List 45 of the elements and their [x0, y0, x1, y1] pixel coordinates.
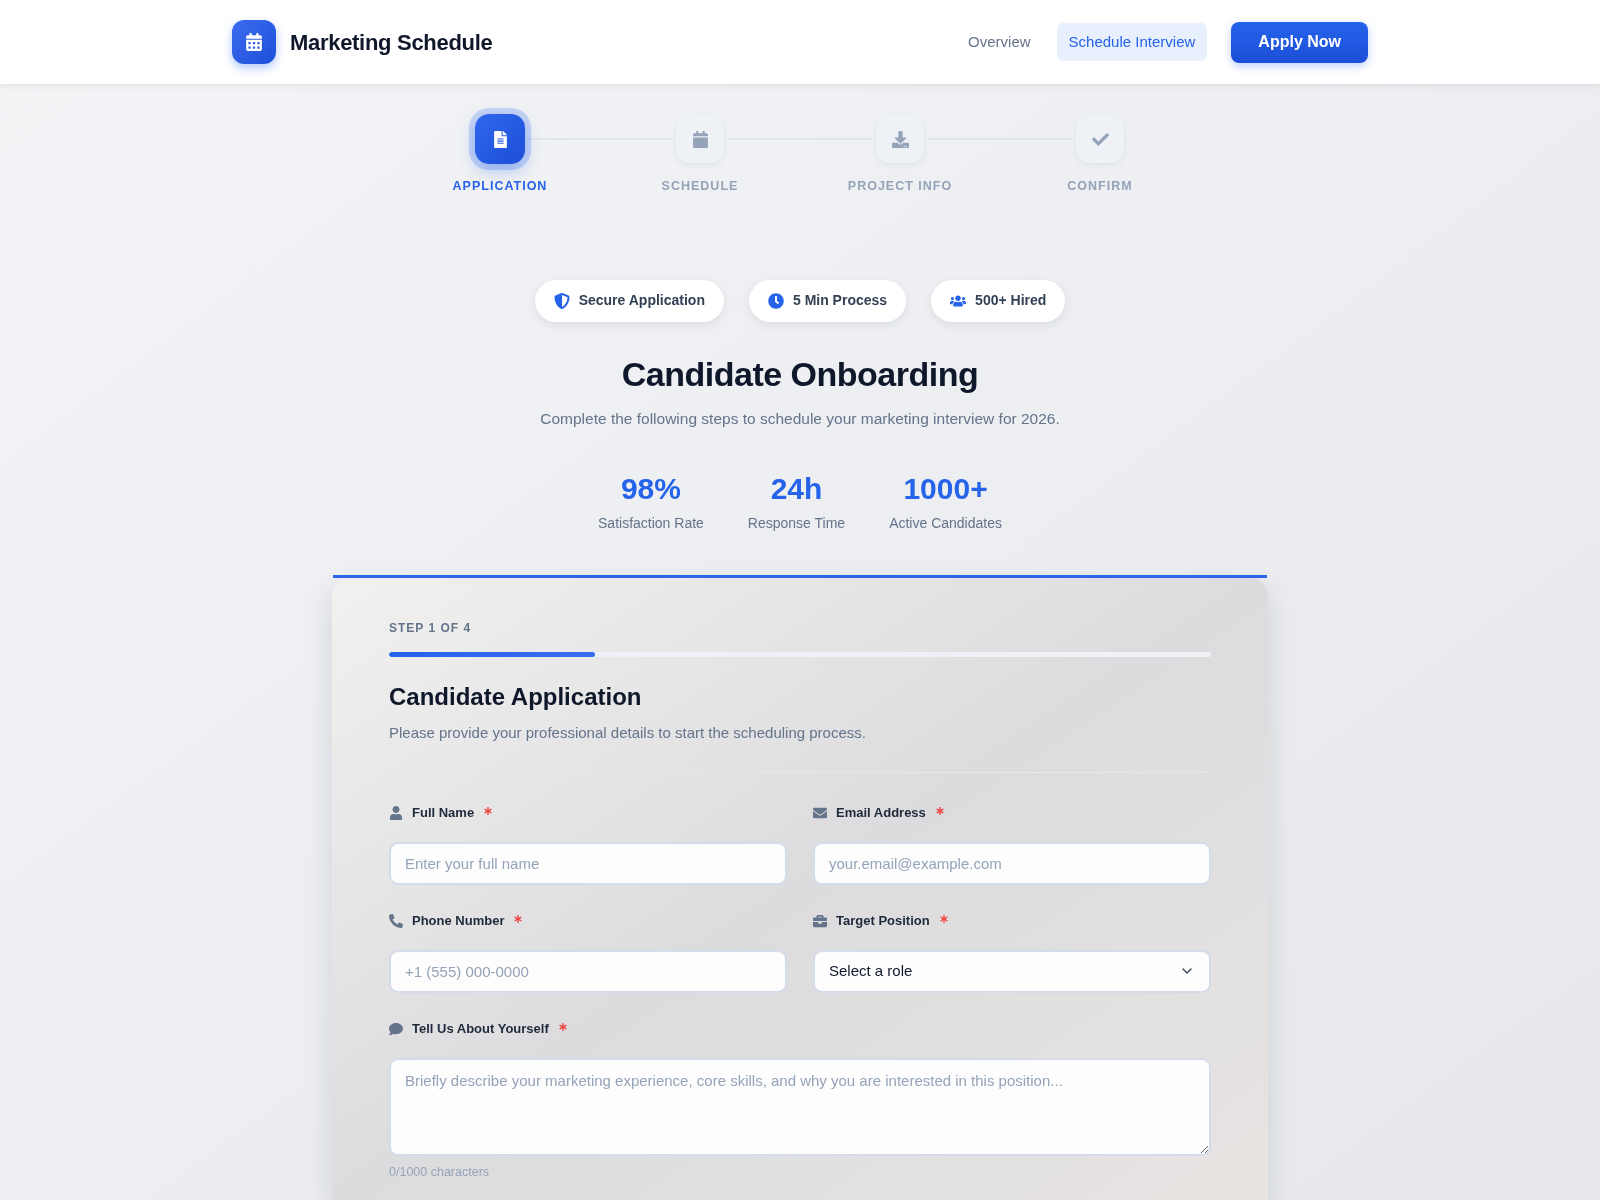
- stat-value: 98%: [620, 470, 681, 507]
- calendar-logo-icon: [232, 20, 276, 64]
- input-field[interactable]: Enter your full name: [389, 841, 787, 885]
- step-label: CONFIRM: [1067, 178, 1133, 195]
- stat-label: Satisfaction Rate: [598, 513, 704, 533]
- stat-label: Active Candidates: [889, 513, 1002, 533]
- select-field[interactable]: Select a role: [813, 949, 1211, 993]
- stat-label: Response Time: [747, 513, 846, 533]
- badge-label: 5 Min Process: [792, 291, 888, 311]
- apply-now-button[interactable]: Apply Now: [1231, 21, 1368, 63]
- speech-bubble-icon: [389, 1021, 403, 1036]
- textarea-field[interactable]: Briefly describe your marketing experience, core skills, and why you are interested in this position...: [389, 1057, 1211, 1156]
- form-title: Candidate Application: [389, 681, 643, 712]
- step-label: APPLICATION: [452, 178, 548, 195]
- nav-link[interactable]: Schedule Interview: [1056, 22, 1208, 62]
- nav-link[interactable]: Overview: [956, 22, 1043, 62]
- check-icon: [1091, 130, 1109, 148]
- person-icon: [389, 805, 403, 820]
- input-field[interactable]: +1 (555) 000-0000: [389, 949, 787, 993]
- badge-label: 500+ Hired: [975, 291, 1047, 311]
- input-field[interactable]: your.email@example.com: [813, 841, 1211, 885]
- download-icon: [891, 130, 909, 148]
- field-label: Email Address: [836, 804, 926, 822]
- badge-label: Secure Application: [578, 291, 705, 311]
- envelope-icon: [813, 805, 827, 820]
- page-subtitle: Complete the following steps to schedule your marketing interview for 2026.: [540, 408, 1060, 429]
- step-counter: STEP 1 OF 4: [389, 619, 473, 636]
- step-label: PROJECT INFO: [847, 178, 953, 195]
- phone-icon: [389, 913, 403, 928]
- field-label: Full Name: [412, 804, 475, 822]
- briefcase-icon: [813, 913, 827, 928]
- shield-icon: [553, 292, 570, 309]
- field-label: Tell Us About Yourself: [412, 1020, 549, 1038]
- field-label: Target Position: [836, 912, 930, 930]
- document-icon: [491, 130, 509, 148]
- stat-value: 1000+: [903, 470, 988, 507]
- stat-value: 24h: [770, 470, 823, 507]
- field-label: Phone Number: [412, 912, 505, 930]
- calendar-icon: [691, 130, 709, 148]
- form-description: Please provide your professional details to start the scheduling process.: [389, 722, 867, 743]
- app-title: Marketing Schedule: [290, 28, 493, 57]
- character-count: 0/1000 characters: [389, 1163, 491, 1180]
- step-label: SCHEDULE: [661, 178, 739, 195]
- page-heading: Candidate Onboarding: [621, 353, 979, 395]
- clock-icon: [767, 292, 784, 309]
